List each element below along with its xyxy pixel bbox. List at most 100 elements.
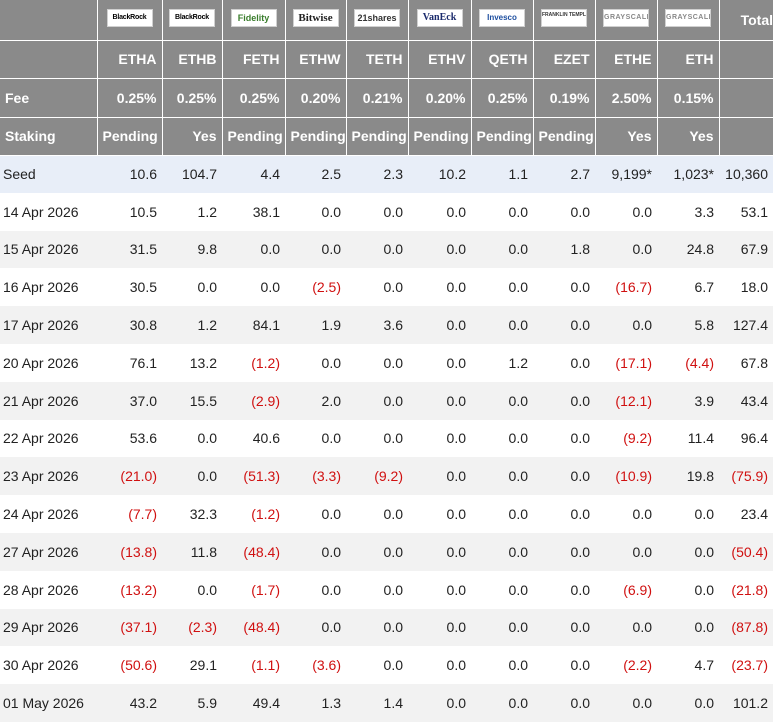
flow-cell: (37.1) bbox=[97, 608, 162, 647]
flow-cell: 0.0 bbox=[694, 581, 714, 598]
staking-cell: Yes bbox=[594, 117, 657, 156]
flow-cell: (2.3) bbox=[162, 608, 222, 647]
flow-cell: 0.0 bbox=[657, 608, 719, 647]
flow-cell: (1.2) bbox=[251, 506, 280, 523]
flow-cell: 40.6 bbox=[252, 430, 280, 447]
flow-cell: (1.1) bbox=[251, 657, 280, 674]
issuer-logo-icon: GRAYSCALE bbox=[603, 9, 649, 28]
flow-cell: 0.0 bbox=[570, 657, 590, 674]
flow-cell: 32.3 bbox=[189, 506, 217, 523]
flow-cell: 104.7 bbox=[162, 155, 222, 193]
issuer-logo-icon: GRAYSCALE bbox=[665, 9, 711, 28]
flow-cell: 0.0 bbox=[383, 657, 403, 674]
flow-cell: 0.0 bbox=[533, 381, 595, 420]
flow-cell: 53.6 bbox=[129, 430, 157, 447]
fee-cell: 0.25% bbox=[96, 78, 162, 118]
flow-cell: 0.0 bbox=[197, 581, 217, 598]
flow-cell: 0.0 bbox=[632, 506, 652, 523]
staking-label: Staking bbox=[0, 117, 97, 156]
flow-cell: 31.5 bbox=[97, 230, 162, 269]
flow-cell: 0.0 bbox=[346, 230, 408, 269]
total-cell: (75.9) bbox=[719, 457, 773, 496]
flow-cell: 1.4 bbox=[346, 684, 408, 722]
issuer-logo-cell: Fidelity bbox=[221, 0, 285, 41]
ticker-cell: ETHB bbox=[161, 40, 222, 79]
issuer-logo-cell: Bitwise bbox=[284, 0, 346, 41]
flow-cell: 11.4 bbox=[687, 430, 714, 447]
ticker-cell: QETH bbox=[470, 40, 533, 79]
flow-cell: 0.0 bbox=[471, 608, 533, 647]
fee-row: Fee 0.25% 0.25% 0.25% 0.20% 0.21% 0.20% 0.25% 0… bbox=[0, 78, 773, 118]
ticker-cell: ETHA bbox=[96, 40, 162, 79]
flow-cell: 0.0 bbox=[595, 684, 657, 722]
total-cell: 96.4 bbox=[740, 430, 768, 447]
date-cell: 21 Apr 2026 bbox=[0, 381, 97, 420]
flow-cell: 0.0 bbox=[694, 506, 714, 523]
table-row: 15 Apr 2026 31.5 9.8 0.0 0.0 0.0 0.0 0.0 1.8 0.0 2… bbox=[0, 230, 773, 269]
flow-cell: 0.0 bbox=[446, 657, 466, 674]
flow-cell: 0.0 bbox=[570, 430, 590, 447]
flow-cell: 0.0 bbox=[285, 608, 346, 647]
flow-cell: 1,023* bbox=[657, 155, 719, 193]
flow-cell: 0.0 bbox=[321, 581, 341, 598]
issuer-logo-icon: Invesco bbox=[479, 9, 525, 28]
table-row: 17 Apr 2026 30.8 1.2 84.1 1.9 3.6 0.0 0.0 0.0 0.0… bbox=[0, 306, 773, 344]
date-cell: 15 Apr 2026 bbox=[0, 230, 97, 269]
date-cell: 29 Apr 2026 bbox=[0, 608, 97, 647]
flow-cell: 13.2 bbox=[189, 354, 217, 371]
fee-label: Fee bbox=[0, 78, 97, 118]
flow-cell: 0.0 bbox=[595, 608, 657, 647]
flow-cell: 30.5 bbox=[129, 279, 157, 296]
flow-cell: (17.1) bbox=[615, 354, 652, 371]
staking-total-cell bbox=[718, 117, 773, 156]
table-row: 20 Apr 2026 76.1 13.2 (1.2) 0.0 0.0 0.0 1.2 0.0 (… bbox=[0, 344, 773, 382]
staking-cell: Pending bbox=[345, 117, 408, 156]
date-cell: 30 Apr 2026 bbox=[3, 657, 79, 674]
flow-cell: 0.0 bbox=[446, 506, 466, 523]
flow-cell: 0.0 bbox=[260, 279, 280, 296]
flow-cell: 0.0 bbox=[471, 306, 533, 344]
ticker-corner-cell bbox=[0, 40, 97, 79]
flow-cell: (2.9) bbox=[222, 381, 285, 420]
flow-cell: 0.0 bbox=[471, 381, 533, 420]
flow-cell: 4.7 bbox=[694, 657, 714, 674]
flow-cell: 10.2 bbox=[408, 155, 471, 193]
total-cell: 18.0 bbox=[740, 279, 768, 296]
flow-cell: (12.1) bbox=[595, 381, 657, 420]
flow-cell: 2.3 bbox=[346, 155, 408, 193]
ticker-total-cell bbox=[718, 40, 773, 79]
fee-cell: 0.21% bbox=[345, 78, 408, 118]
flow-cell: (13.8) bbox=[97, 532, 162, 571]
flow-cell: 19.8 bbox=[657, 457, 719, 496]
issuer-logo-cell: 21shares bbox=[345, 0, 408, 41]
flow-cell: (2.2) bbox=[623, 657, 652, 674]
flow-cell: 3.6 bbox=[346, 306, 408, 344]
flow-cell: (3.6) bbox=[312, 657, 341, 674]
ticker-row: ETHA ETHB FETH ETHW TETH ETHV QETH EZET ETHE ETH bbox=[0, 40, 773, 79]
flow-cell: (9.2) bbox=[623, 430, 652, 447]
flow-cell: 0.0 bbox=[408, 532, 471, 571]
flow-cell: 9.8 bbox=[162, 230, 222, 269]
flow-cell: 3.9 bbox=[657, 381, 719, 420]
staking-cell: Pending bbox=[407, 117, 471, 156]
flow-cell: 0.0 bbox=[408, 381, 471, 420]
flow-cell: 0.0 bbox=[446, 581, 466, 598]
issuer-logo-cell: GRAYSCALE bbox=[594, 0, 657, 41]
etf-flows-table: BlackRock BlackRock Fidelity Bitwise 21share… bbox=[0, 0, 773, 722]
total-cell: 43.4 bbox=[719, 381, 773, 420]
flow-cell: 0.0 bbox=[471, 684, 533, 722]
issuer-logo-cell: FRANKLIN TEMPLETON bbox=[532, 0, 595, 41]
staking-cell: Pending bbox=[284, 117, 346, 156]
flow-cell: 0.0 bbox=[533, 457, 595, 496]
issuer-logo-cell: VanEck bbox=[407, 0, 471, 41]
flow-cell: 0.0 bbox=[595, 532, 657, 571]
flow-cell: 0.0 bbox=[321, 506, 341, 523]
flow-cell: (1.7) bbox=[251, 581, 280, 598]
flow-cell: 2.7 bbox=[533, 155, 595, 193]
flow-cell: 0.0 bbox=[533, 684, 595, 722]
flow-cell: (16.7) bbox=[615, 279, 652, 296]
total-cell: 67.8 bbox=[740, 354, 768, 371]
staking-cell: Pending bbox=[221, 117, 285, 156]
flow-cell: 0.0 bbox=[570, 354, 590, 371]
table-row: 21 Apr 2026 37.0 15.5 (2.9) 2.0 0.0 0.0 0.0 0.0(… bbox=[0, 381, 773, 420]
